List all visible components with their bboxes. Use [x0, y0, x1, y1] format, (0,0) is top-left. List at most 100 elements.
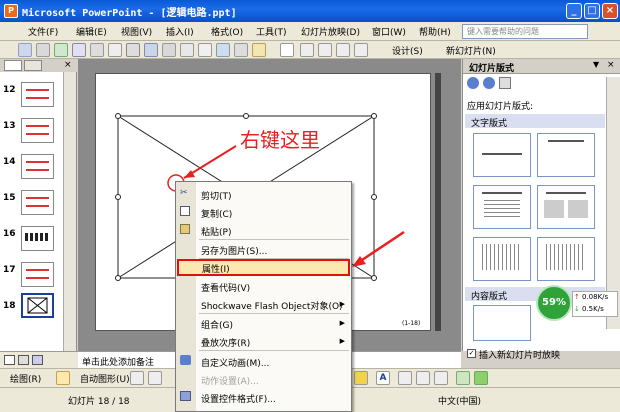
- font-color-icon[interactable]: A: [376, 371, 390, 385]
- menu-slideshow[interactable]: 幻灯片放映(D): [301, 25, 360, 38]
- sorter-view-icon[interactable]: [18, 355, 29, 365]
- arrow-style-icon[interactable]: [434, 371, 448, 385]
- help-search-input[interactable]: 键入需要帮助的问题: [462, 24, 588, 39]
- slide-page-label: (1-18): [402, 320, 421, 327]
- slide-thumbnail[interactable]: [21, 82, 54, 107]
- normal-view-icon[interactable]: [4, 355, 15, 365]
- close-button[interactable]: ×: [602, 3, 618, 19]
- arrow-tool-icon[interactable]: [148, 371, 162, 385]
- maximize-button[interactable]: □: [584, 3, 600, 19]
- slide-thumbnail[interactable]: [21, 118, 54, 143]
- menu-insert[interactable]: 插入(I): [166, 25, 194, 38]
- menu-save-as-picture[interactable]: 另存为图片(S)...: [201, 244, 267, 257]
- spin-tool-icon[interactable]: [144, 43, 158, 57]
- autoshape-menu-button[interactable]: 自动图形(U): [80, 372, 130, 385]
- menu-paste[interactable]: 粘贴(P): [201, 225, 231, 238]
- forward-icon[interactable]: [483, 77, 495, 89]
- numbering-icon[interactable]: [318, 43, 332, 57]
- slide-thumbnail[interactable]: [21, 190, 54, 215]
- slide-thumbnail[interactable]: [21, 226, 54, 251]
- new-slide-button[interactable]: 新幻灯片(N): [446, 44, 496, 57]
- slide-thumbnail[interactable]: [21, 262, 54, 287]
- upload-speed: 0.08K/s: [582, 293, 609, 301]
- bullets-icon[interactable]: [300, 43, 314, 57]
- scroll-tool-icon[interactable]: [162, 43, 176, 57]
- 3d-style-icon[interactable]: [474, 371, 488, 385]
- minimize-button[interactable]: _: [566, 3, 582, 19]
- list-tool-icon[interactable]: [90, 43, 104, 57]
- animation-icon: [180, 355, 191, 365]
- menu-help[interactable]: 帮助(H): [419, 25, 451, 38]
- dropdown-icon[interactable]: ▼: [593, 60, 599, 69]
- slideshow-view-icon[interactable]: [32, 355, 43, 365]
- combo-tool-icon[interactable]: [108, 43, 122, 57]
- toggle-tool-icon[interactable]: [126, 43, 140, 57]
- menu-edit[interactable]: 编辑(E): [76, 25, 107, 38]
- layout-title[interactable]: [473, 133, 531, 177]
- layout-vertical-title[interactable]: [537, 237, 595, 281]
- menu-view-code[interactable]: 查看代码(V): [201, 281, 250, 294]
- slide-number: 17: [3, 265, 16, 275]
- slide-thumbnail-selected[interactable]: [21, 293, 54, 318]
- fill-color-icon[interactable]: [354, 371, 368, 385]
- indent-increase-icon[interactable]: [354, 43, 368, 57]
- menu-file[interactable]: 文件(F): [28, 25, 58, 38]
- control-toolbox-icon[interactable]: [252, 43, 266, 57]
- copy-icon: [180, 206, 190, 216]
- label-tool-icon[interactable]: [180, 43, 194, 57]
- menu-flash-object[interactable]: Shockwave Flash Object对象(O): [201, 299, 343, 312]
- layout-vertical-text[interactable]: [473, 237, 531, 281]
- image-tool-icon[interactable]: [216, 43, 230, 57]
- shadow-style-icon[interactable]: [456, 371, 470, 385]
- button-tool-icon[interactable]: [54, 43, 68, 57]
- design-button[interactable]: 设计(S): [392, 44, 423, 57]
- menu-tools[interactable]: 工具(T): [256, 25, 287, 38]
- text-tool-icon[interactable]: [36, 43, 50, 57]
- layout-title-text[interactable]: [473, 185, 531, 229]
- slide-number: 13: [3, 121, 16, 131]
- network-speed-widget[interactable]: 59% ↑ 0.08K/s ↓ 0.5K/s: [536, 285, 618, 325]
- layout-title-only[interactable]: [537, 133, 595, 177]
- new-doc-icon[interactable]: [280, 43, 294, 57]
- more-controls-icon[interactable]: [234, 43, 248, 57]
- menu-properties-highlighted[interactable]: 属性(I): [202, 262, 230, 275]
- menu-format-control[interactable]: 设置控件格式(F)...: [201, 392, 276, 405]
- slide-position: 幻灯片 18 / 18: [68, 397, 130, 407]
- highlight-properties-item[interactable]: 属性(I): [177, 259, 350, 276]
- line-style-icon[interactable]: [398, 371, 412, 385]
- thumbnail-scrollbar[interactable]: [63, 72, 76, 351]
- slide-thumbnail[interactable]: [21, 154, 54, 179]
- option-tool-icon[interactable]: [72, 43, 86, 57]
- tab-outline[interactable]: [4, 60, 22, 71]
- close-icon[interactable]: ×: [607, 60, 615, 70]
- show-on-insert-checkbox[interactable]: ✓: [467, 349, 476, 358]
- menu-order[interactable]: 叠放次序(R): [201, 336, 250, 349]
- menu-window[interactable]: 窗口(W): [372, 25, 406, 38]
- title-bar: P Microsoft PowerPoint - [逻辑电路.ppt] _ □ …: [0, 0, 620, 22]
- select-pointer-icon[interactable]: [56, 371, 70, 385]
- layout-blank[interactable]: [473, 305, 531, 341]
- scissors-icon: ✂: [180, 188, 188, 198]
- powerpoint-app-icon[interactable]: P: [4, 4, 18, 18]
- menu-copy[interactable]: 复制(C): [201, 207, 232, 220]
- apply-layout-label: 应用幻灯片版式:: [467, 102, 534, 112]
- close-pane-icon[interactable]: ×: [64, 60, 72, 70]
- home-icon[interactable]: [499, 77, 511, 89]
- view-buttons: [0, 351, 78, 368]
- draw-menu-button[interactable]: 绘图(R): [10, 372, 41, 385]
- menu-group[interactable]: 组合(G): [201, 318, 233, 331]
- notes-placeholder: 单击此处添加备注: [82, 358, 155, 368]
- back-icon[interactable]: [467, 77, 479, 89]
- indent-decrease-icon[interactable]: [336, 43, 350, 57]
- dash-style-icon[interactable]: [416, 371, 430, 385]
- menu-cut[interactable]: 剪切(T): [201, 189, 232, 202]
- line-tool-icon[interactable]: [130, 371, 144, 385]
- menu-view[interactable]: 视图(V): [121, 25, 152, 38]
- menu-format[interactable]: 格式(O): [211, 25, 243, 38]
- placeholder-icon: [27, 297, 48, 314]
- textbox-tool-icon[interactable]: [198, 43, 212, 57]
- menu-custom-animation[interactable]: 自定义动画(M)...: [201, 356, 269, 369]
- layout-two-column[interactable]: [537, 185, 595, 229]
- checkbox-tool-icon[interactable]: [18, 43, 32, 57]
- tab-slides[interactable]: [24, 60, 42, 71]
